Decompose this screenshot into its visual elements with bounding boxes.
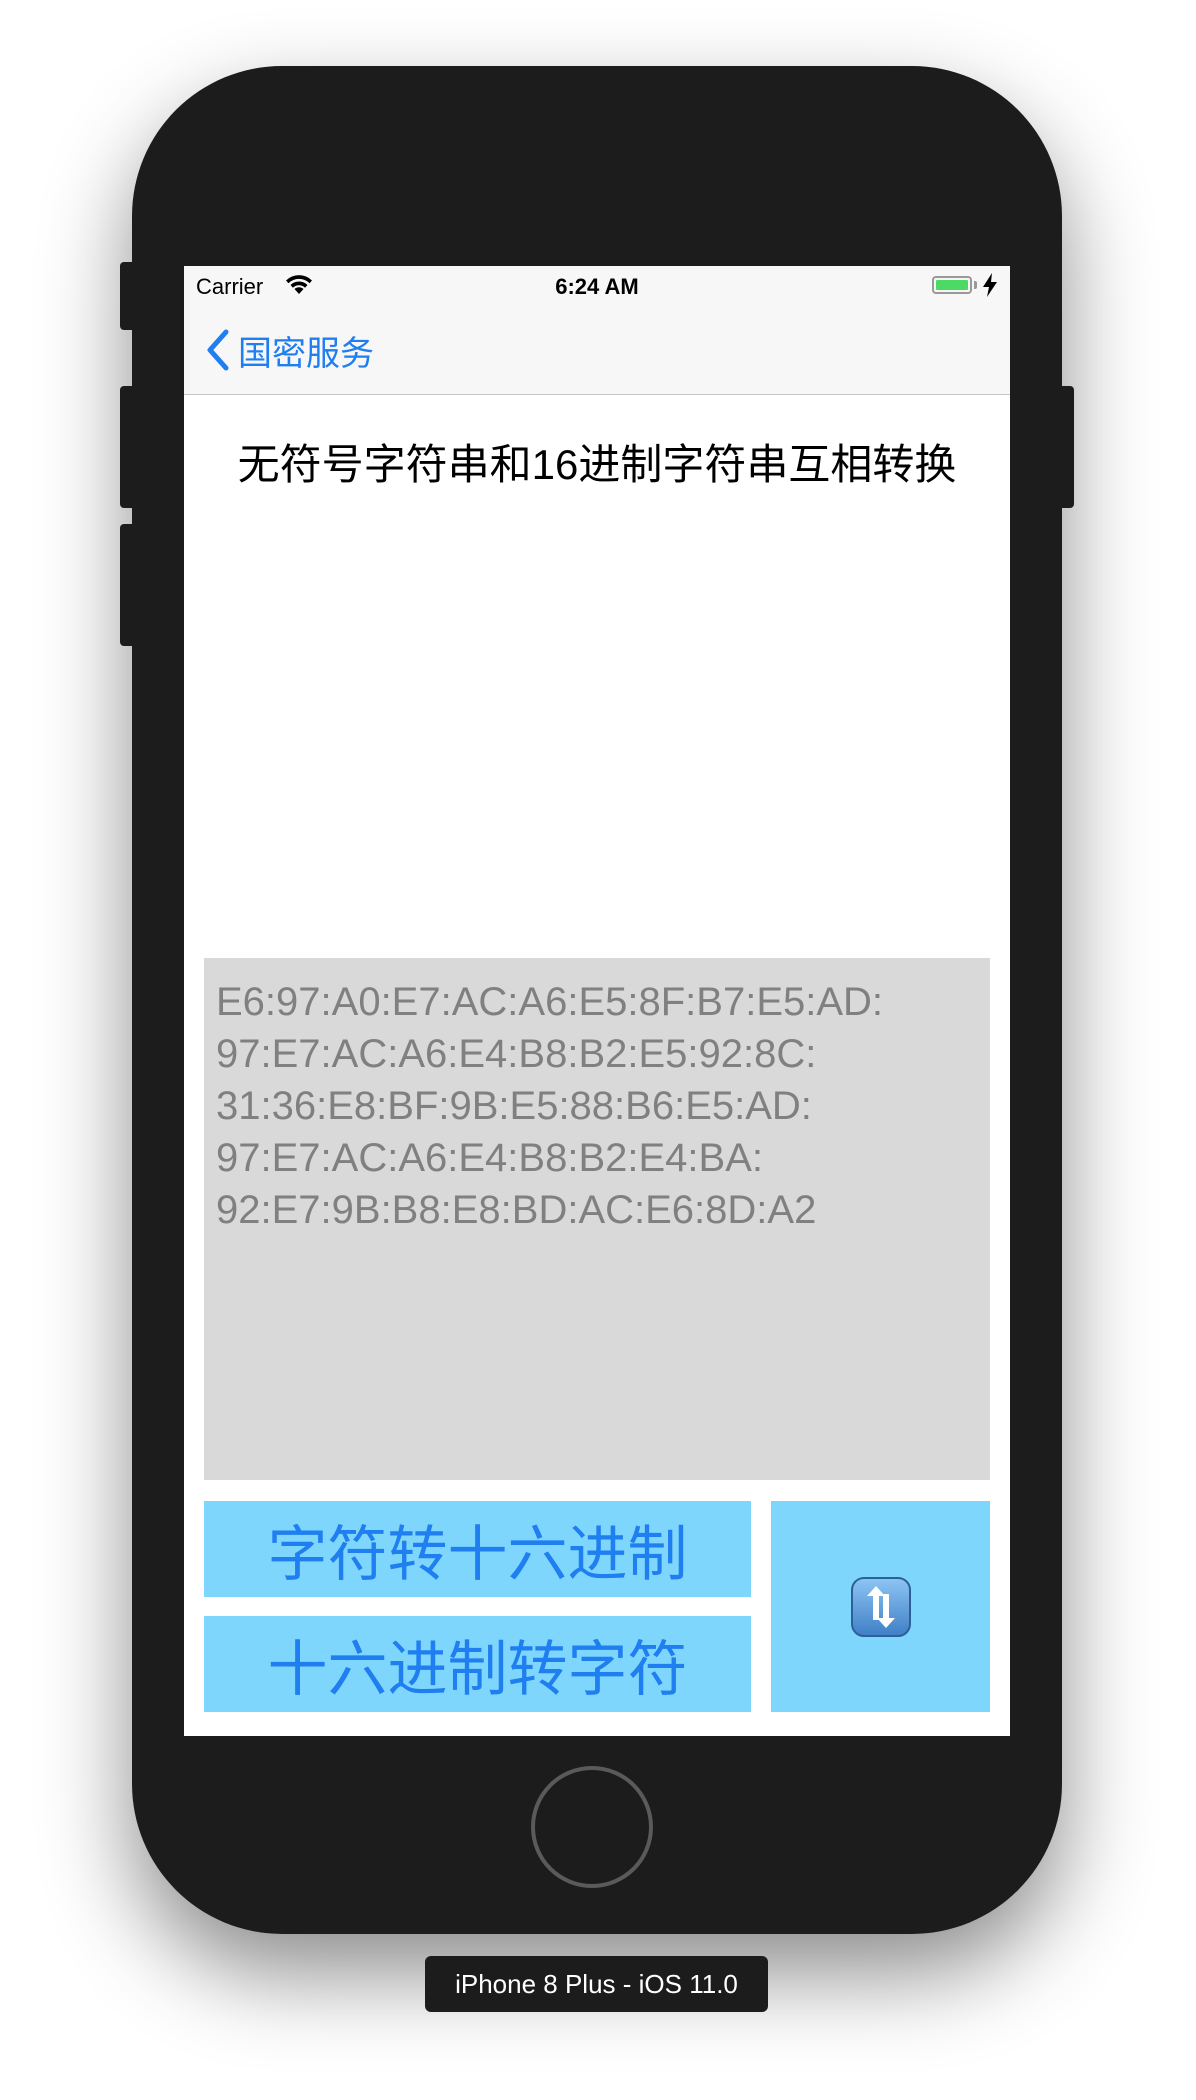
string-to-hex-label: 字符转十六进制 [267,1520,688,1588]
home-button[interactable] [531,1766,653,1888]
navigation-bar: 国密服务 [184,306,1010,395]
screen: Carrier 6:24 AM 国密服务 无符号字符串和16进制字符串互相转换 … [184,266,1010,1736]
chevron-left-icon [207,329,229,371]
string-to-hex-button[interactable]: 字符转十六进制 [204,1501,751,1597]
hex-to-string-button[interactable]: 十六进制转字符 [204,1616,751,1712]
hex-output-textview[interactable]: E6:97:A0:E7:AC:A6:E5:8F:B7:E5:AD: 97:E7:… [204,958,990,1480]
status-time: 6:24 AM [555,274,639,299]
back-button[interactable]: 国密服务 [204,328,374,373]
battery-level [936,280,968,290]
battery-cap [974,281,977,289]
volume-down-button [120,524,134,646]
back-button-label: 国密服务 [238,334,374,373]
swap-button[interactable] [771,1501,990,1712]
page-title: 无符号字符串和16进制字符串互相转换 [237,441,957,488]
mute-switch [120,262,134,330]
hex-to-string-label: 十六进制转字符 [267,1635,688,1703]
charging-bolt-icon [983,273,997,297]
battery-icon [932,276,972,294]
volume-up-button [120,386,134,508]
status-bar: Carrier 6:24 AM [184,266,1010,306]
power-button [1060,386,1074,508]
swap-arrows-icon [850,1576,911,1637]
simulator-device-label: iPhone 8 Plus - iOS 11.0 [425,1956,768,2012]
